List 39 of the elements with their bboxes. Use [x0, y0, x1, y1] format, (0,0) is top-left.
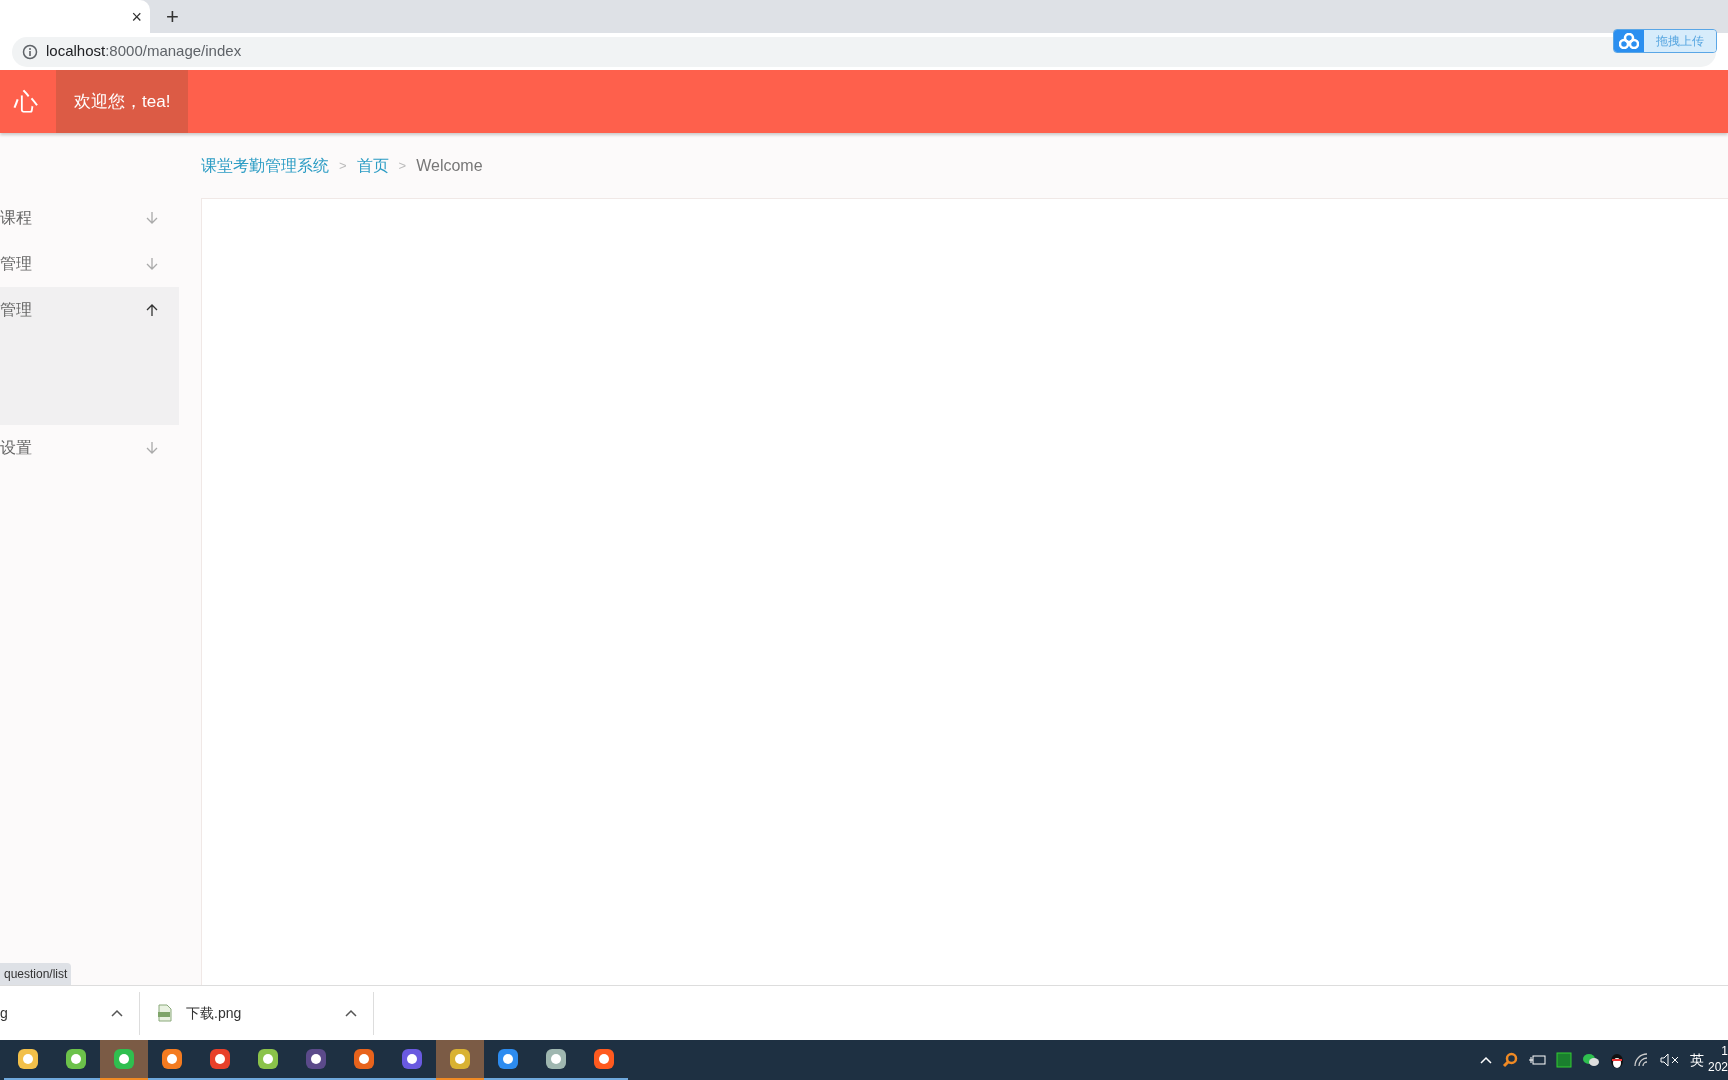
chevron-up-icon — [345, 1009, 357, 1017]
sidebar-menu[interactable]: 管理 — [0, 287, 179, 425]
clock-time[interactable]: 1 — [1721, 1044, 1728, 1060]
sidebar-menu[interactable]: 设置 — [0, 425, 179, 471]
muted-speaker-icon[interactable] — [1660, 1053, 1680, 1067]
app-title: 心 — [13, 86, 39, 117]
search-icon[interactable] — [1502, 1052, 1518, 1068]
breadcrumb-current: Welcome — [416, 155, 483, 176]
chevron-up-icon — [111, 1009, 123, 1017]
info-icon — [22, 43, 38, 60]
taskbar-app[interactable] — [436, 1040, 484, 1080]
menu-label: 管理 — [0, 254, 32, 274]
download-item[interactable]: g — [0, 991, 140, 1035]
clock-date[interactable]: 202 — [1707, 1060, 1728, 1076]
menu-label: 课程 — [0, 208, 32, 228]
chevron-down-icon — [145, 441, 159, 455]
menu-label: 设置 — [0, 438, 32, 458]
input-method-indicator[interactable]: 英 — [1690, 1049, 1704, 1071]
greeting-text: 欢迎您，tea! — [56, 70, 189, 133]
image-file-icon — [156, 1004, 174, 1022]
menu-label: 管理 — [0, 300, 32, 320]
taskbar-app[interactable] — [100, 1040, 148, 1080]
close-tab-button[interactable]: × — [131, 7, 142, 26]
chevron-up-icon — [1480, 1056, 1492, 1064]
wifi-icon[interactable] — [1634, 1053, 1650, 1067]
cloud-icon — [1619, 33, 1639, 49]
status-url: question/list — [0, 963, 72, 985]
sidebar-menu[interactable]: 课程 — [0, 195, 179, 241]
chat-icon[interactable] — [1582, 1052, 1600, 1068]
new-tab-button[interactable]: + — [166, 5, 179, 28]
chevron-down-icon — [145, 257, 159, 271]
penguin-icon[interactable] — [1610, 1051, 1624, 1069]
battery-icon[interactable] — [1528, 1054, 1546, 1066]
sidebar-menu[interactable]: 管理 — [0, 241, 179, 287]
chevron-up-icon — [145, 303, 159, 317]
breadcrumb-separator: > — [398, 156, 407, 175]
download-item[interactable]: 下载.png — [140, 991, 374, 1035]
breadcrumb-separator: > — [339, 156, 347, 175]
chevron-down-icon — [145, 211, 159, 225]
